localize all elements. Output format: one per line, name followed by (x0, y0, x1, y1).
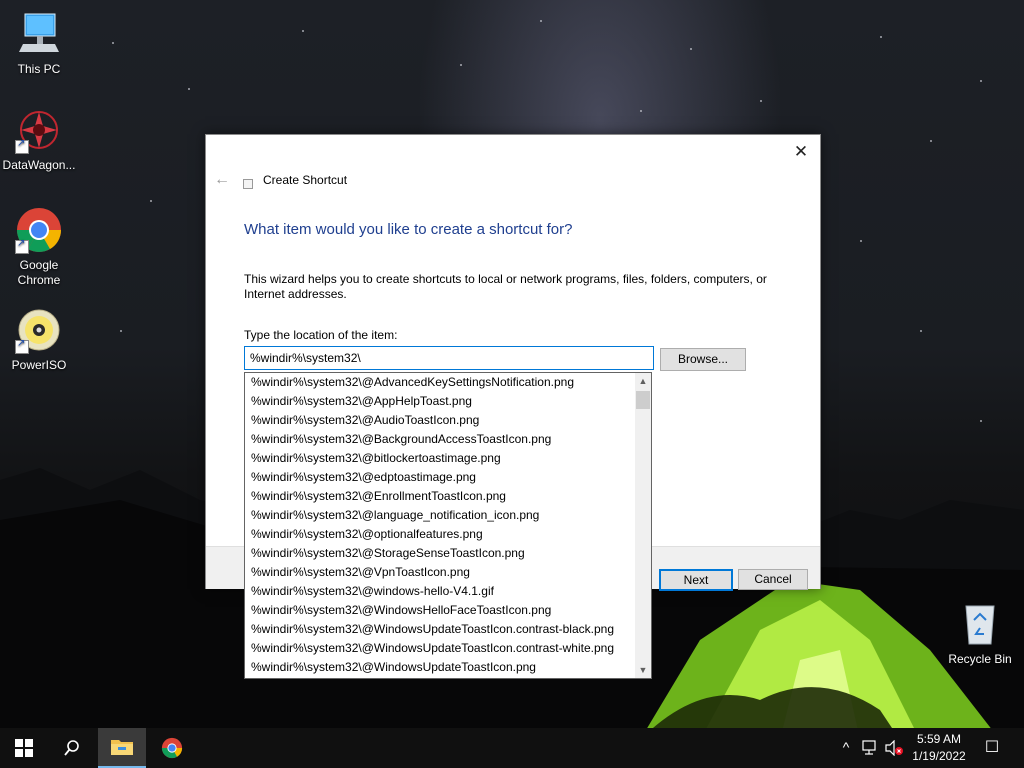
autocomplete-item[interactable]: %windir%\system32\@StorageSenseToastIcon… (245, 544, 634, 563)
dialog-title: Create Shortcut (263, 173, 348, 187)
folder-icon (111, 740, 133, 755)
taskbar-file-explorer[interactable] (98, 728, 146, 768)
scroll-up-icon[interactable]: ▲ (635, 373, 651, 389)
desktop-icon-label: Google Chrome (17, 258, 61, 287)
search-button[interactable] (48, 728, 96, 768)
poweriso-disc-icon (15, 306, 63, 354)
start-button[interactable] (0, 728, 48, 768)
dropdown-scrollbar[interactable]: ▲ ▼ (635, 373, 651, 678)
windows-logo-icon (15, 739, 33, 757)
autocomplete-item[interactable]: %windir%\system32\@WindowsUpdateToastIco… (245, 658, 634, 677)
autocomplete-item[interactable]: %windir%\system32\@edptoastimage.png (245, 468, 634, 487)
autocomplete-list: %windir%\system32\@AdvancedKeySettingsNo… (245, 373, 634, 677)
autocomplete-item[interactable]: %windir%\system32\@VpnToastIcon.png (245, 563, 634, 582)
chrome-icon (15, 206, 63, 254)
autocomplete-item[interactable]: %windir%\system32\@WindowsUpdateToastIco… (245, 639, 634, 658)
autocomplete-item[interactable]: %windir%\system32\@AdvancedKeySettingsNo… (245, 373, 634, 392)
location-label: Type the location of the item: (244, 328, 398, 342)
cancel-button[interactable]: Cancel (738, 569, 808, 590)
autocomplete-item[interactable]: %windir%\system32\@WindowsUpdateToastIco… (245, 620, 634, 639)
autocomplete-item[interactable]: %windir%\system32\@bitlockertoastimage.p… (245, 449, 634, 468)
wizard-description: This wizard helps you to create shortcut… (244, 272, 767, 301)
wizard-heading: What item would you like to create a sho… (244, 221, 573, 238)
shortcut-arrow-icon (15, 238, 29, 254)
scroll-down-icon[interactable]: ▼ (635, 662, 651, 678)
network-icon[interactable] (862, 740, 880, 759)
shortcut-icon (243, 179, 253, 189)
recycle-bin-label: Recycle Bin (948, 652, 1012, 666)
tray-chevron-icon[interactable]: ^ (838, 739, 854, 755)
clock-date[interactable]: 1/19/2022 (906, 749, 972, 763)
desktop-icon-google-chrome[interactable]: Google Chrome (1, 206, 77, 288)
autocomplete-item[interactable]: %windir%\system32\@WindowsHelloFaceToast… (245, 601, 634, 620)
shortcut-arrow-icon (15, 138, 29, 154)
volume-muted-icon[interactable] (884, 739, 904, 759)
next-button[interactable]: Next (659, 569, 733, 591)
desktop-icon-label: DataWagon... (2, 158, 76, 172)
autocomplete-item[interactable]: %windir%\system32\@EnrollmentToastIcon.p… (245, 487, 634, 506)
autocomplete-item[interactable]: %windir%\system32\@AudioToastIcon.png (245, 411, 634, 430)
datawagon-logo-icon (15, 106, 63, 154)
desktop-icon-poweriso[interactable]: PowerISO (1, 306, 77, 372)
computer-icon (15, 10, 63, 58)
back-arrow-icon[interactable]: ← (214, 171, 230, 189)
notifications-icon[interactable]: ☐ (982, 737, 1002, 757)
close-button[interactable]: ✕ (790, 141, 812, 163)
shortcut-arrow-icon (15, 338, 29, 354)
desktop-icon-label: PowerISO (11, 358, 67, 372)
desktop-icon-recycle-bin[interactable]: Recycle Bin (942, 600, 1018, 666)
browse-button[interactable]: Browse... (660, 348, 746, 371)
autocomplete-item[interactable]: %windir%\system32\@optionalfeatures.png (245, 525, 634, 544)
autocomplete-item[interactable]: %windir%\system32\@AppHelpToast.png (245, 392, 634, 411)
autocomplete-item[interactable]: %windir%\system32\@language_notification… (245, 506, 634, 525)
autocomplete-item[interactable]: %windir%\system32\@BackgroundAccessToast… (245, 430, 634, 449)
desktop-icon-datawagon[interactable]: DataWagon... (1, 106, 77, 172)
taskbar-chrome[interactable] (148, 728, 196, 768)
desktop-icon-this-pc[interactable]: This PC (1, 10, 77, 76)
autocomplete-dropdown: %windir%\system32\@AdvancedKeySettingsNo… (244, 372, 652, 679)
autocomplete-item[interactable]: %windir%\system32\@windows-hello-V4.1.gi… (245, 582, 634, 601)
recycle-bin-icon (956, 600, 1004, 648)
search-icon (64, 740, 79, 756)
chrome-icon (161, 737, 183, 759)
desktop-icon-label: This PC (17, 62, 61, 76)
scroll-thumb[interactable] (636, 391, 650, 409)
clock-time[interactable]: 5:59 AM (906, 732, 972, 746)
location-input[interactable]: %windir%\system32\ (244, 346, 654, 370)
taskbar: ^ 5:59 AM 1/19/2022 ☐ (0, 728, 1024, 768)
